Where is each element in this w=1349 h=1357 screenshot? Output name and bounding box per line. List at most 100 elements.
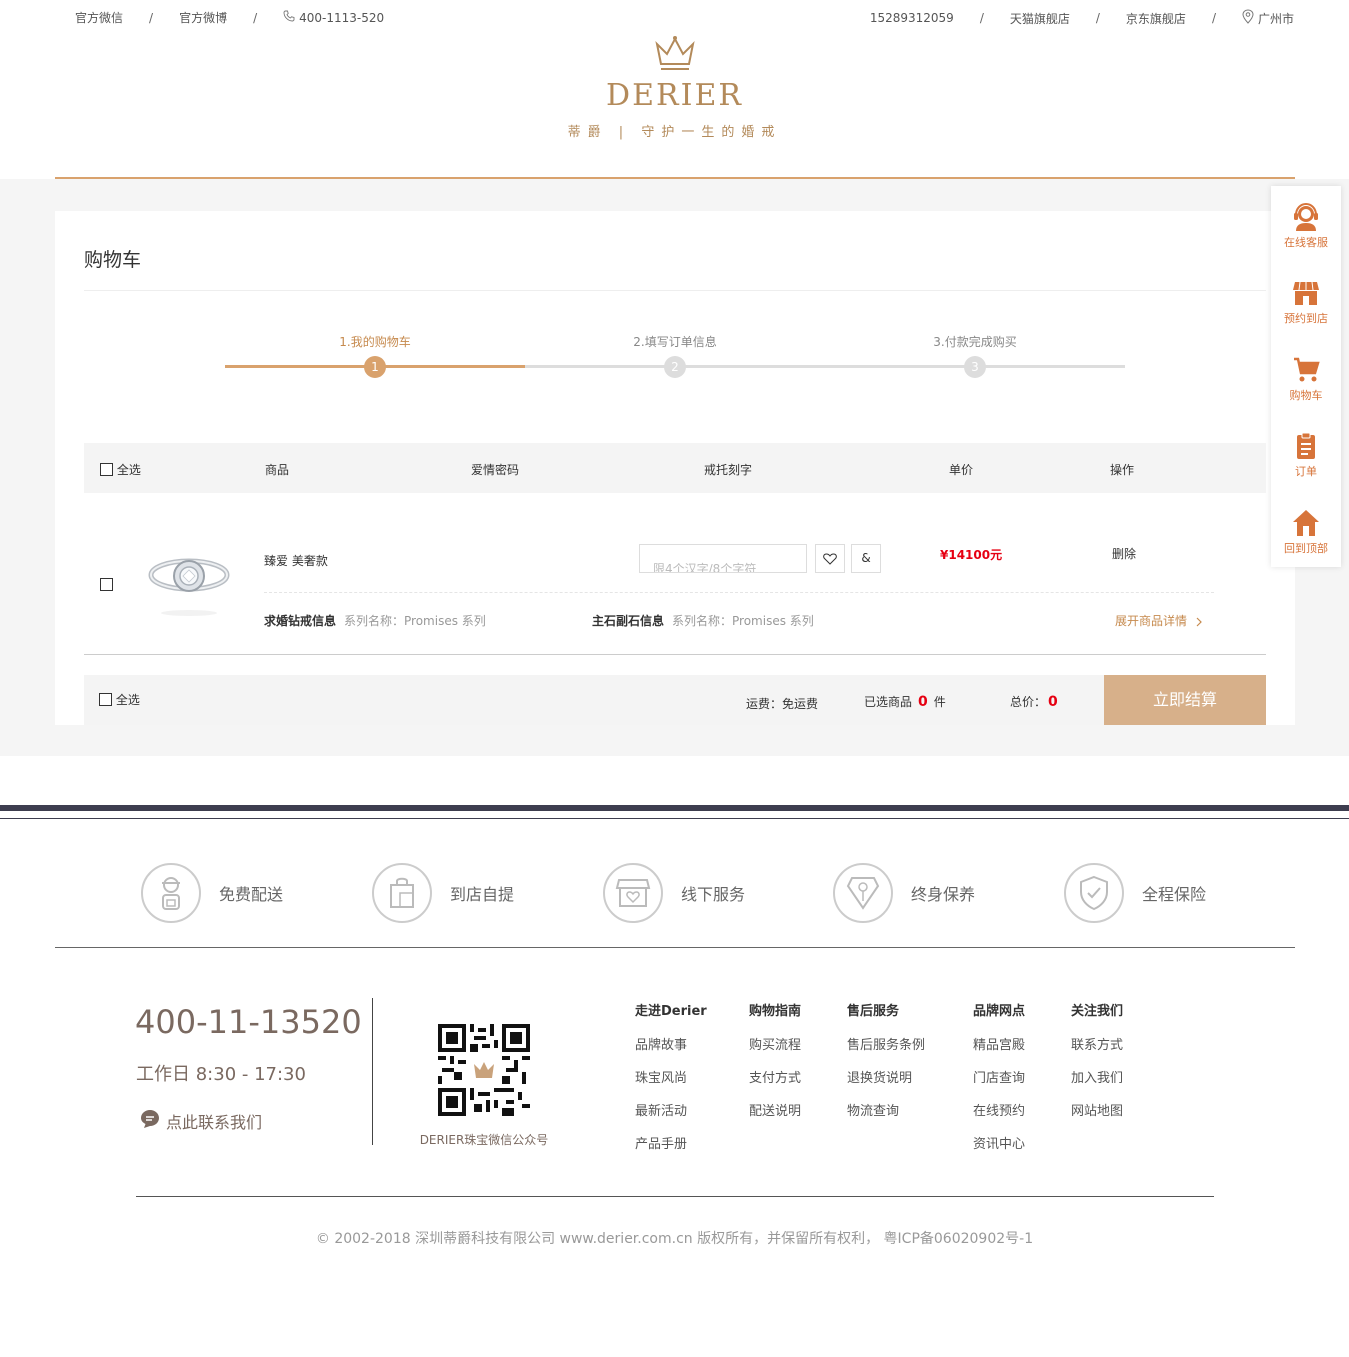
column-engraving: 戒托刻字 bbox=[704, 463, 753, 477]
separator: / bbox=[149, 10, 154, 25]
product-name[interactable]: 臻爱 美奢款 bbox=[264, 552, 328, 569]
city-selector[interactable]: 广州市 bbox=[1258, 10, 1294, 27]
stone-info-value: 系列名称：Promises 系列 bbox=[672, 614, 814, 628]
service-label: 免费配送 bbox=[219, 885, 284, 904]
footer-link[interactable]: 物流查询 bbox=[847, 1100, 925, 1119]
footer-link[interactable]: 购买流程 bbox=[749, 1034, 801, 1053]
shield-check-icon bbox=[1064, 863, 1124, 923]
sidebar-item-back-to-top[interactable]: 回到顶部 bbox=[1271, 508, 1341, 556]
select-all-label: 全选 bbox=[116, 463, 141, 477]
footer-link[interactable]: 在线预约 bbox=[973, 1100, 1025, 1119]
summary-select-all-checkbox[interactable] bbox=[99, 693, 112, 706]
wechat-link[interactable]: 官方微信 bbox=[75, 9, 123, 26]
cart-panel: 购物车 1.我的购物车 1 2.填写订单信息 2 3.付款完成购买 3 全选 商… bbox=[55, 211, 1295, 725]
footer-link[interactable]: 珠宝风尚 bbox=[635, 1067, 707, 1086]
service-label: 全程保险 bbox=[1142, 885, 1207, 904]
service-store-pickup: 到店自提 bbox=[372, 862, 514, 924]
ring-info-value: 系列名称：Promises 系列 bbox=[344, 614, 486, 628]
footer-link[interactable]: 退换货说明 bbox=[847, 1067, 925, 1086]
sidebar-item-orders[interactable]: 订单 bbox=[1271, 431, 1341, 479]
service-lifetime-care: 终身保养 bbox=[833, 862, 975, 924]
footer-link[interactable]: 支付方式 bbox=[749, 1067, 801, 1086]
step-2-dot: 2 bbox=[664, 356, 686, 378]
weibo-link[interactable]: 官方微博 bbox=[179, 9, 227, 26]
copyright: © 2002-2018 深圳蒂爵科技有限公司 www.derier.com.cn… bbox=[315, 1231, 1034, 1247]
separator: / bbox=[1211, 11, 1216, 25]
diamond-key-icon bbox=[833, 863, 893, 923]
footer-link[interactable]: 产品手册 bbox=[635, 1133, 707, 1152]
footer-col-after-sales: 售后服务 售后服务条例 退换货说明 物流查询 bbox=[847, 1000, 925, 1133]
checkout-button[interactable]: 立即结算 bbox=[1104, 675, 1266, 725]
tmall-link[interactable]: 天猫旗舰店 bbox=[1010, 10, 1070, 27]
heart-button[interactable] bbox=[815, 544, 845, 573]
summary-select-all-label: 全选 bbox=[115, 693, 140, 707]
column-action: 操作 bbox=[1110, 463, 1135, 477]
select-all-header[interactable]: 全选 bbox=[100, 461, 141, 478]
footer-link[interactable]: 精品宫殿 bbox=[973, 1034, 1025, 1053]
ring-info-label: 求婚钻戒信息 bbox=[264, 614, 337, 628]
item-checkbox[interactable] bbox=[100, 578, 113, 591]
shop-heart-icon bbox=[603, 863, 663, 923]
sidebar-item-cart[interactable]: 购物车 bbox=[1271, 355, 1341, 403]
cart-table-header: 全选 商品 爱情密码 戒托刻字 单价 操作 bbox=[84, 443, 1266, 493]
stone-info-label: 主石副石信息 bbox=[592, 614, 665, 628]
selected-count: 已选商品 0 件 bbox=[864, 693, 946, 710]
column-product: 商品 bbox=[265, 463, 290, 477]
footer-link[interactable]: 资讯中心 bbox=[973, 1133, 1025, 1152]
engraving-input[interactable]: 限4个汉字/8个字符 bbox=[639, 544, 807, 573]
title-divider bbox=[84, 290, 1266, 291]
contact-us-link[interactable]: 点此联系我们 bbox=[140, 1109, 262, 1133]
footer-link[interactable]: 售后服务条例 bbox=[847, 1034, 925, 1053]
select-all-checkbox[interactable] bbox=[100, 463, 113, 476]
footer-col-title: 走进Derier bbox=[635, 1004, 707, 1019]
footer-hours: 工作日 8:30 - 17:30 bbox=[136, 1064, 306, 1085]
footer-stripe bbox=[0, 805, 1349, 811]
sidebar-label: 预约到店 bbox=[1284, 312, 1328, 325]
home-icon bbox=[1271, 508, 1341, 538]
logo[interactable]: DERIER 蒂爵 | 守护一生的婚戒 bbox=[0, 34, 1349, 140]
footer-link[interactable]: 网站地图 bbox=[1071, 1100, 1123, 1119]
service-label: 线下服务 bbox=[681, 885, 746, 904]
selected-number: 0 bbox=[918, 694, 928, 710]
checkout-progress: 1.我的购物车 1 2.填写订单信息 2 3.付款完成购买 3 bbox=[225, 331, 1125, 381]
jd-link[interactable]: 京东旗舰店 bbox=[1126, 10, 1186, 27]
footer-col-title: 售后服务 bbox=[847, 1004, 900, 1019]
wechat-qr-code bbox=[438, 1024, 530, 1116]
footer-col-stores: 品牌网点 精品宫殿 门店查询 在线预约 资讯中心 bbox=[973, 1000, 1025, 1166]
stone-info: 主石副石信息 系列名称：Promises 系列 bbox=[592, 612, 814, 629]
footer-link[interactable]: 品牌故事 bbox=[635, 1034, 707, 1053]
footer-stripe-thin bbox=[0, 818, 1349, 819]
ampersand-button[interactable]: & bbox=[851, 544, 881, 573]
footer-col-guide: 购物指南 购买流程 支付方式 配送说明 bbox=[749, 1000, 801, 1133]
sidebar-item-customer-service[interactable]: 在线客服 bbox=[1271, 202, 1341, 250]
summary-select-all[interactable]: 全选 bbox=[99, 691, 140, 708]
expand-details-link[interactable]: 展开商品详情 bbox=[1115, 612, 1203, 629]
item-bottom-border bbox=[84, 654, 1266, 655]
footer-divider bbox=[136, 1196, 1214, 1197]
column-love-code: 爱情密码 bbox=[471, 463, 520, 477]
sidebar-item-store-booking[interactable]: 预约到店 bbox=[1271, 278, 1341, 326]
service-label: 终身保养 bbox=[911, 885, 976, 904]
footer-link[interactable]: 门店查询 bbox=[973, 1067, 1025, 1086]
footer-link[interactable]: 联系方式 bbox=[1071, 1034, 1123, 1053]
step-3-label: 3.付款完成购买 bbox=[933, 335, 1017, 349]
separator: / bbox=[979, 11, 984, 25]
phone-icon bbox=[283, 10, 295, 25]
delete-button[interactable]: 删除 bbox=[1112, 545, 1136, 562]
footer-link[interactable]: 最新活动 bbox=[635, 1100, 707, 1119]
selected-unit: 件 bbox=[933, 695, 946, 709]
footer-link[interactable]: 配送说明 bbox=[749, 1100, 801, 1119]
service-free-delivery: 免费配送 bbox=[141, 862, 283, 924]
store-icon bbox=[1271, 278, 1341, 308]
cart-icon bbox=[1271, 355, 1341, 385]
shipping-fee: 运费：免运费 bbox=[746, 697, 819, 711]
footer-link[interactable]: 加入我们 bbox=[1071, 1067, 1123, 1086]
column-price: 单价 bbox=[949, 463, 974, 477]
shopping-bag-icon bbox=[372, 863, 432, 923]
footer-vertical-divider bbox=[372, 998, 373, 1145]
location-icon bbox=[1242, 9, 1254, 27]
footer-col-title: 品牌网点 bbox=[973, 1004, 1026, 1019]
ring-image[interactable] bbox=[144, 541, 234, 621]
footer-col-about: 走进Derier 品牌故事 珠宝风尚 最新活动 产品手册 bbox=[635, 1000, 707, 1166]
floating-sidebar: 在线客服 预约到店 购物车 订单 回到顶部 bbox=[1271, 186, 1341, 567]
